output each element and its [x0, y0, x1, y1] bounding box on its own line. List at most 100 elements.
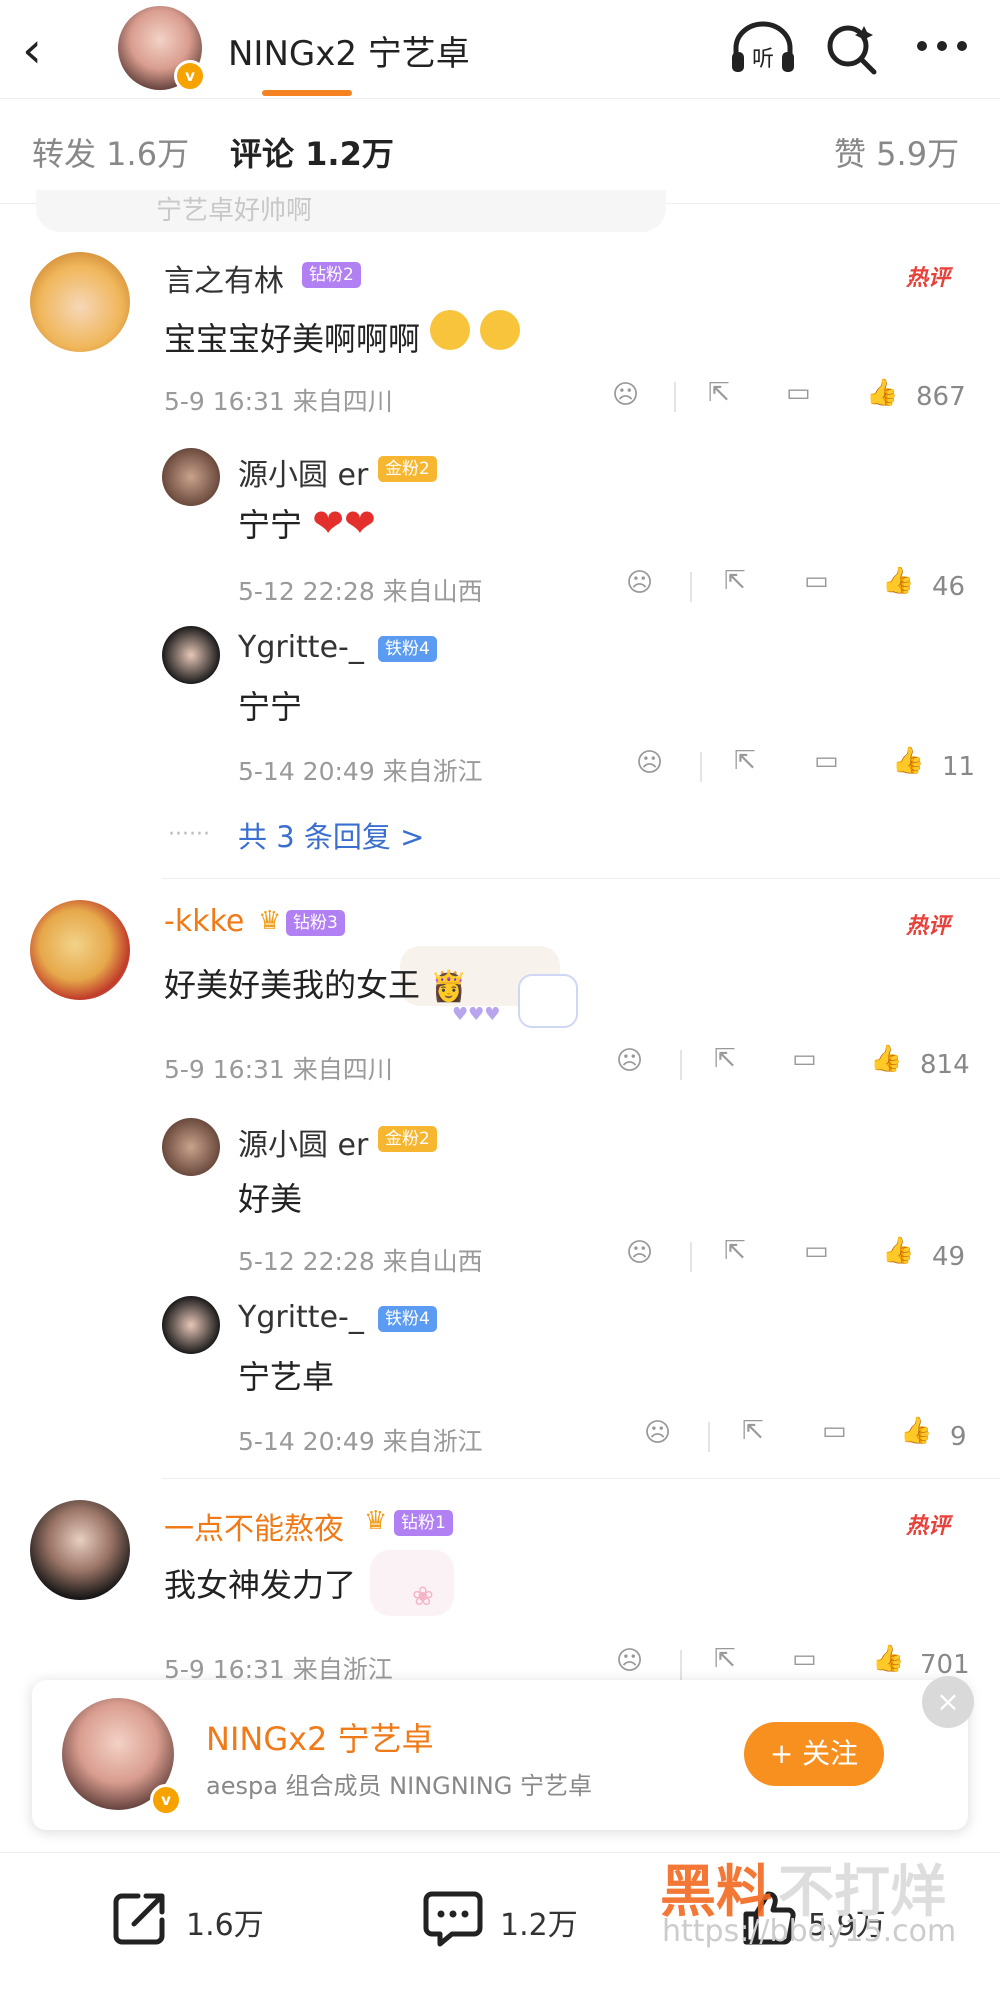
tab-repost[interactable]: 转发 1.6万	[32, 129, 189, 175]
fan-badge: 铁粉4	[378, 636, 437, 662]
crown-icon: ♛	[364, 1506, 388, 1536]
reply-username[interactable]: Ygritte-_	[238, 630, 364, 665]
verified-badge: v	[174, 60, 206, 92]
dislike-icon[interactable]: ☹	[616, 1046, 643, 1076]
dislike-icon[interactable]: ☹	[626, 1238, 653, 1268]
dislike-icon[interactable]: ☹	[626, 568, 653, 598]
active-tab-indicator	[262, 90, 352, 96]
popup-name[interactable]: NINGx2 宁艺卓	[206, 1714, 434, 1760]
popup-description: aespa 组合成员 NINGNING 宁艺卓	[206, 1772, 592, 1800]
comment-divider	[162, 1478, 1000, 1479]
share-icon[interactable]: ⇱	[724, 566, 746, 596]
repost-icon[interactable]	[110, 1888, 170, 1948]
share-icon[interactable]: ⇱	[742, 1416, 764, 1446]
dislike-icon[interactable]: ☹	[636, 748, 663, 778]
like-count: 11	[942, 752, 976, 782]
verified-badge: v	[150, 1784, 182, 1816]
comment-username[interactable]: 一点不能熬夜	[164, 1504, 344, 1548]
comment-meta: 5-9 16:31 来自四川	[164, 387, 393, 416]
comment-meta: 5-9 16:31 来自四川	[164, 1055, 393, 1084]
fan-badge: 金粉2	[378, 1126, 437, 1152]
dislike-icon[interactable]: ☹	[644, 1418, 671, 1448]
like-count: 46	[932, 572, 966, 602]
divider	[708, 1422, 710, 1452]
comment-text: 好美好美我的女王 👸	[164, 960, 468, 1006]
follow-button[interactable]: + 关注	[744, 1722, 884, 1786]
hot-comment-badge: 热评	[906, 1514, 951, 1539]
reply-text: 宁宁	[238, 688, 303, 726]
back-button[interactable]: ‹	[22, 25, 62, 75]
fan-badge: 钻粉1	[394, 1510, 453, 1536]
more-replies-dots: ······	[168, 822, 210, 847]
more-replies-link[interactable]: 共 3 条回复 >	[238, 814, 424, 856]
divider	[674, 382, 676, 412]
divider	[680, 1050, 682, 1080]
like-icon[interactable]: 👍	[892, 746, 924, 776]
crying-emoji-icon	[430, 310, 471, 350]
like-count: 9	[950, 1422, 967, 1452]
comment-avatar[interactable]	[30, 1500, 130, 1600]
comment-icon[interactable]	[422, 1888, 484, 1950]
author-name[interactable]: NINGx2 宁艺卓	[228, 26, 470, 75]
comment-text: 宝宝宝好美啊啊啊	[164, 310, 521, 360]
like-icon[interactable]: 👍	[882, 566, 914, 596]
reply-username[interactable]: 源小圆 er	[238, 1120, 368, 1164]
heart-emoji-icon: ❤	[344, 501, 376, 545]
share-icon[interactable]: ⇱	[708, 378, 730, 408]
comment-text-content: 宝宝宝好美啊啊啊	[164, 320, 421, 358]
like-icon[interactable]: 👍	[882, 1236, 914, 1266]
reply-icon[interactable]: ▭	[814, 746, 839, 776]
reply-avatar[interactable]	[162, 1296, 220, 1354]
close-popup-button[interactable]: ×	[922, 1676, 974, 1728]
princess-emoji-icon: 👸	[430, 969, 468, 1004]
reply-avatar[interactable]	[162, 448, 220, 506]
more-icon[interactable]	[914, 38, 970, 54]
search-icon[interactable]	[824, 20, 880, 76]
reply-text: 好美	[238, 1180, 303, 1218]
repost-count[interactable]: 1.6万	[186, 1900, 264, 1944]
like-count: 867	[916, 382, 966, 412]
paw-decoration-icon: ❀	[412, 1582, 434, 1612]
heart-emoji-icon: ❤	[312, 501, 345, 545]
reply-avatar[interactable]	[162, 626, 220, 684]
headphones-listen-icon[interactable]: 听	[730, 20, 796, 76]
comment-username[interactable]: 言之有林	[164, 256, 284, 300]
comment-count[interactable]: 1.2万	[500, 1900, 578, 1944]
comment-username[interactable]: -kkke	[164, 904, 244, 939]
reply-icon[interactable]: ▭	[786, 378, 811, 408]
share-icon[interactable]: ⇱	[734, 746, 756, 776]
reply-meta: 5-12 22:28 来自山西	[238, 1247, 483, 1276]
listen-label: 听	[752, 47, 774, 72]
like-icon[interactable]: 👍	[866, 378, 898, 408]
comment-divider	[162, 878, 1000, 879]
reply-icon[interactable]: ▭	[792, 1044, 817, 1074]
crown-icon: ♛	[258, 906, 282, 936]
like-icon[interactable]: 👍	[870, 1044, 902, 1074]
share-icon[interactable]: ⇱	[724, 1236, 746, 1266]
hot-comment-badge: 热评	[906, 914, 951, 939]
reply-icon[interactable]: ▭	[792, 1644, 817, 1674]
share-icon[interactable]: ⇱	[714, 1644, 736, 1674]
divider	[700, 752, 702, 782]
divider	[690, 1242, 692, 1272]
reply-meta: 5-12 22:28 来自山西	[238, 577, 483, 606]
like-icon[interactable]: 👍	[900, 1416, 932, 1446]
reply-icon[interactable]: ▭	[822, 1416, 847, 1446]
reply-username[interactable]: Ygritte-_	[238, 1300, 364, 1335]
comment-avatar[interactable]	[30, 900, 130, 1000]
tab-likes[interactable]: 赞 5.9万	[834, 129, 959, 175]
fan-badge: 金粉2	[378, 456, 437, 482]
comment-avatar[interactable]	[30, 252, 130, 352]
dislike-icon[interactable]: ☹	[612, 380, 639, 410]
watermark-url: https://bbdy15.com	[662, 1914, 957, 1949]
reply-icon[interactable]: ▭	[804, 566, 829, 596]
top-bar: ‹ v NINGx2 宁艺卓 听	[0, 0, 1000, 98]
tab-comments[interactable]: 评论 1.2万	[230, 129, 394, 175]
reply-icon[interactable]: ▭	[804, 1236, 829, 1266]
share-icon[interactable]: ⇱	[714, 1044, 736, 1074]
reply-avatar[interactable]	[162, 1118, 220, 1176]
reply-username[interactable]: 源小圆 er	[238, 450, 368, 494]
reply-text-content: 宁宁	[238, 506, 303, 544]
like-icon[interactable]: 👍	[872, 1644, 904, 1674]
dislike-icon[interactable]: ☹	[616, 1646, 643, 1676]
